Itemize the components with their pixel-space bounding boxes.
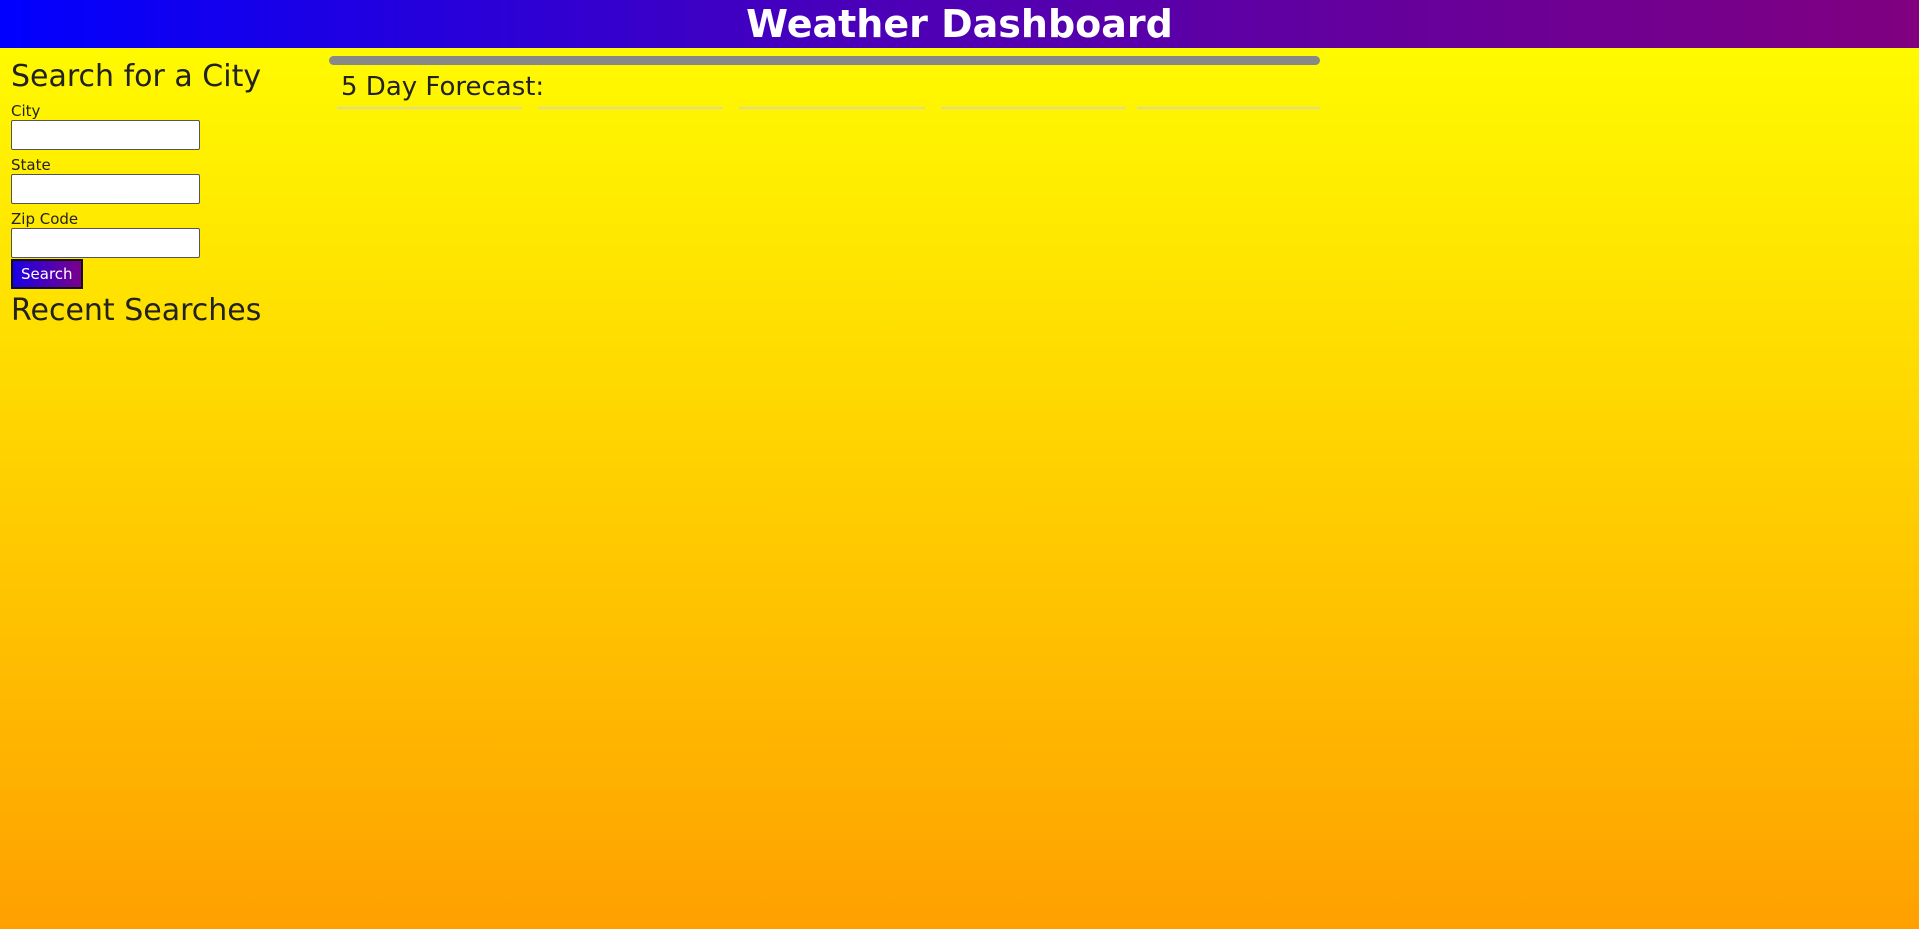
forecast-cards — [329, 106, 1320, 110]
page-title: Weather Dashboard — [746, 2, 1173, 46]
state-input[interactable] — [11, 174, 200, 204]
forecast-card-day-4 — [941, 106, 1126, 109]
search-sidebar: Search for a City City State Zip Code Se… — [11, 58, 311, 330]
forecast-heading: 5 Day Forecast: — [341, 72, 545, 102]
city-label: City — [11, 102, 41, 120]
search-heading: Search for a City — [11, 59, 262, 94]
forecast-card-day-2 — [538, 106, 723, 109]
current-weather-bar — [329, 56, 1320, 65]
forecast-card-day-3 — [739, 106, 925, 109]
state-label: State — [11, 156, 51, 174]
search-button[interactable]: Search — [11, 259, 83, 289]
city-input[interactable] — [11, 120, 200, 150]
forecast-panel: 5 Day Forecast: — [329, 56, 1320, 110]
forecast-card-day-1 — [337, 106, 522, 109]
zip-code-label: Zip Code — [11, 210, 79, 228]
forecast-card-day-5 — [1137, 106, 1320, 109]
zip-code-input[interactable] — [11, 228, 200, 258]
recent-searches-heading: Recent Searches — [11, 293, 262, 328]
app-header: Weather Dashboard — [0, 0, 1919, 48]
